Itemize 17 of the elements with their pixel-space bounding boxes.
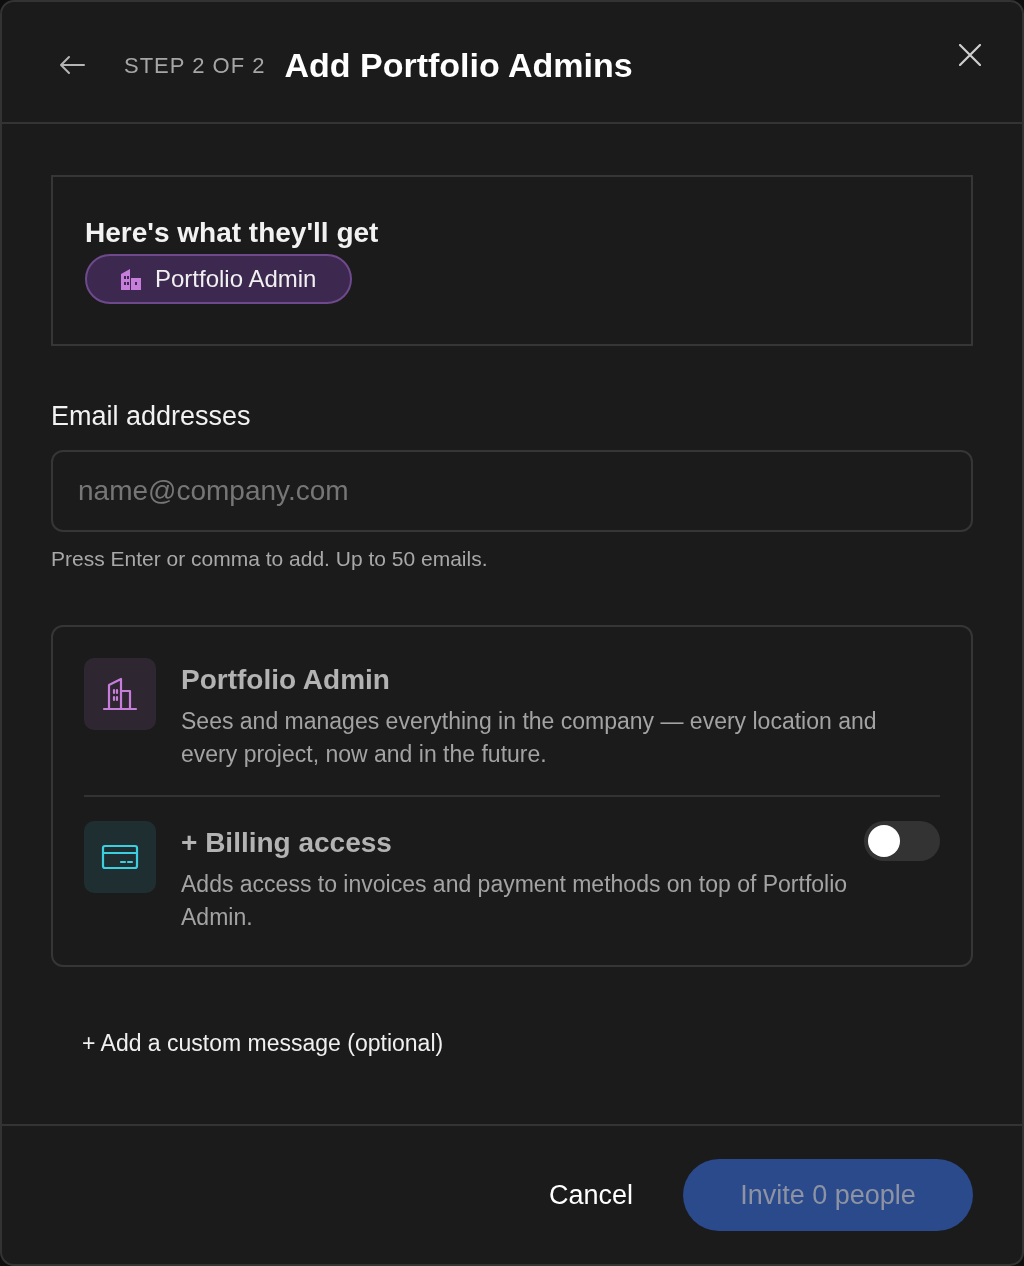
arrow-left-icon bbox=[59, 55, 85, 75]
building-icon bbox=[119, 268, 143, 290]
badge-label: Portfolio Admin bbox=[155, 264, 317, 294]
billing-toggle[interactable] bbox=[864, 821, 940, 861]
role-title: + Billing access bbox=[181, 826, 392, 860]
role-title: Portfolio Admin bbox=[181, 663, 390, 697]
dialog-title: Add Portfolio Admins bbox=[284, 45, 633, 86]
summary-heading: Here's what they'll get bbox=[85, 216, 380, 250]
email-hint: Press Enter or comma to add. Up to 50 emails. bbox=[51, 546, 489, 572]
step-indicator: STEP 2 OF 2 bbox=[124, 52, 266, 80]
add-message-link[interactable]: + Add a custom message (optional) bbox=[82, 1027, 444, 1059]
role-description: Sees and manages everything in the company — every location and every project, now and in the future. bbox=[181, 707, 878, 769]
email-label: Email addresses bbox=[51, 400, 252, 433]
cancel-button[interactable]: Cancel bbox=[538, 1165, 643, 1225]
close-icon bbox=[959, 44, 981, 66]
role-description: Adds access to invoices and payment methods on top of Portfolio Admin. bbox=[181, 870, 849, 932]
email-input[interactable]: name@company.com bbox=[51, 450, 973, 532]
